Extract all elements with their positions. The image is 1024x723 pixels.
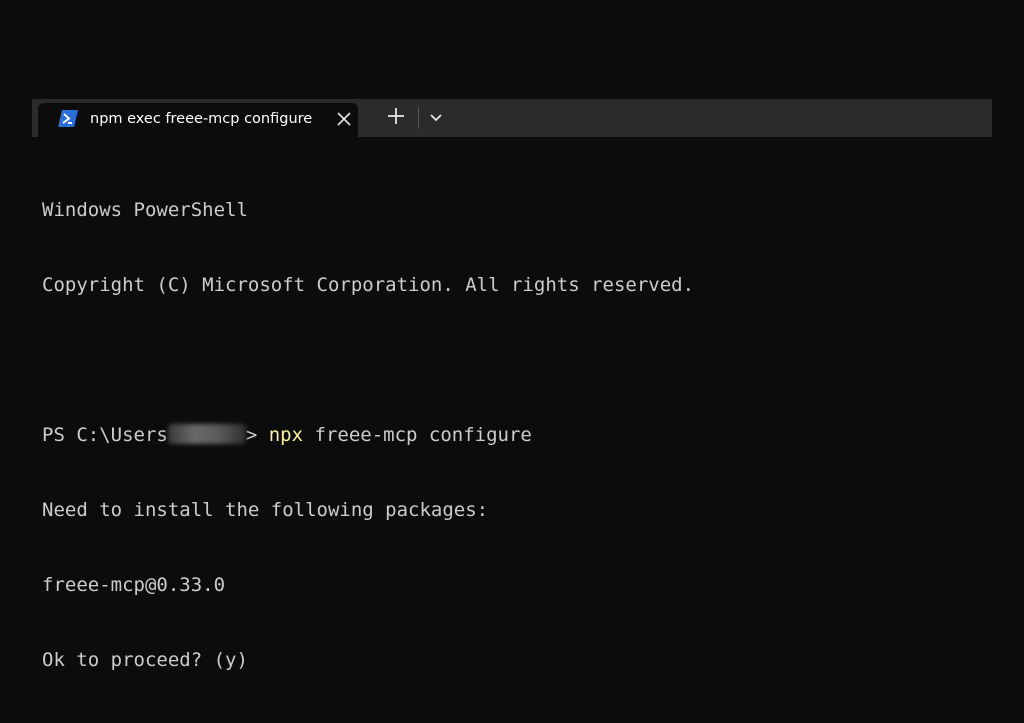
prompt-prefix: PS C:\Users [42, 424, 168, 446]
terminal-line: freee-mcp@0.33.0 [42, 574, 226, 596]
plus-icon[interactable] [384, 105, 408, 127]
chevron-down-icon[interactable] [426, 107, 446, 127]
prompt-suffix: > [245, 424, 269, 446]
terminal-line: Need to install the following packages: [42, 499, 489, 521]
command-executable: npx [268, 424, 304, 446]
tab-bar: npm exec freee-mcp configure [32, 99, 992, 137]
redacted-username [167, 424, 246, 444]
terminal-line: Windows PowerShell [42, 199, 248, 221]
terminal-output[interactable]: Windows PowerShell Copyright (C) Microso… [42, 148, 982, 671]
tab-npm-exec[interactable]: npm exec freee-mcp configure [38, 103, 358, 137]
powershell-icon [58, 110, 78, 127]
tab-title: npm exec freee-mcp configure [90, 111, 313, 127]
command-arguments: freee-mcp configure [303, 424, 532, 446]
terminal-line: Copyright (C) Microsoft Corporation. All… [42, 274, 695, 296]
close-icon[interactable] [334, 109, 354, 129]
tab-separator [418, 107, 419, 129]
terminal-line: Ok to proceed? (y) [42, 649, 248, 671]
terminal-window: npm exec freee-mcp configure Windows Pow… [32, 99, 992, 671]
